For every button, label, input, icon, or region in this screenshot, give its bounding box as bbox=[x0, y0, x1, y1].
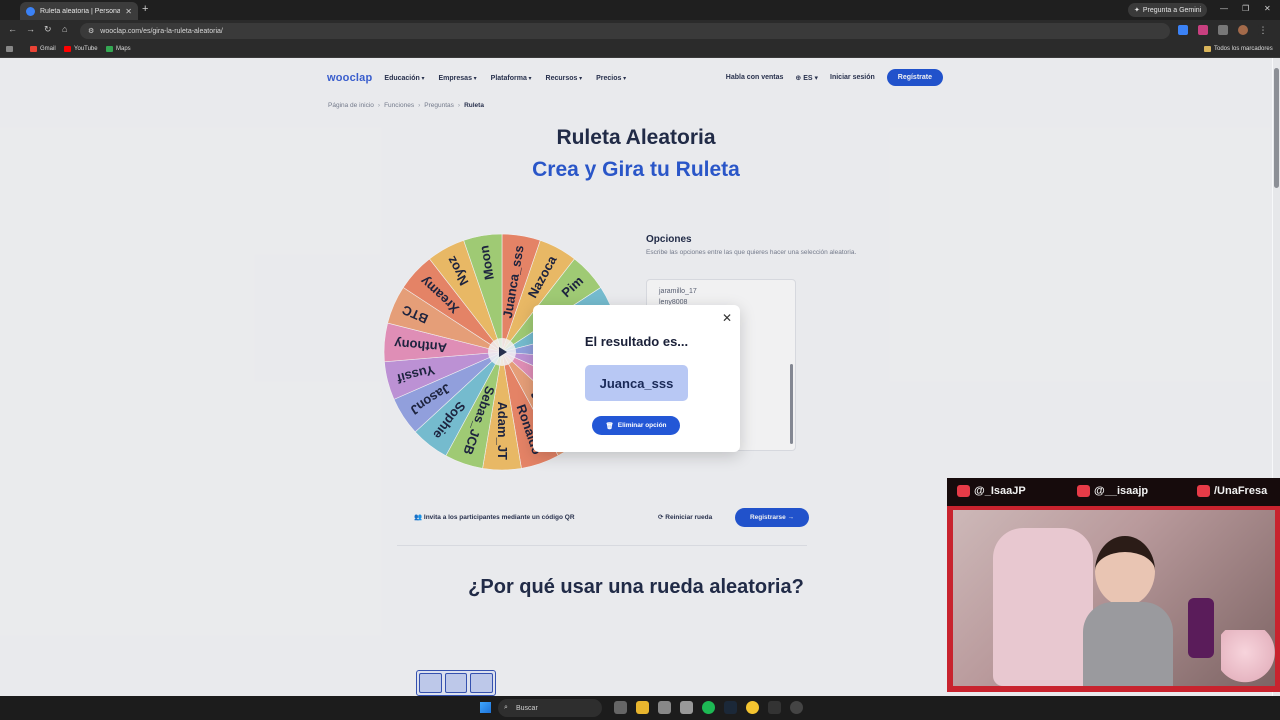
site-info-icon[interactable]: ⚙ bbox=[88, 27, 94, 35]
streamer-head bbox=[1095, 536, 1155, 606]
app-icon[interactable] bbox=[658, 701, 671, 714]
tab-title: Ruleta aleatoria | Personaliza y ... bbox=[40, 7, 121, 15]
result-value: Juanca_sss bbox=[585, 365, 688, 401]
extension-icon[interactable] bbox=[1178, 25, 1188, 35]
bookmark-label: Maps bbox=[116, 46, 131, 52]
gemini-label: Pregunta a Gemini bbox=[1142, 6, 1202, 14]
reload-icon[interactable]: ↻ bbox=[44, 24, 52, 35]
app-icon[interactable] bbox=[790, 701, 803, 714]
result-modal: ✕ El resultado es... Juanca_sss 🗑 Elimin… bbox=[533, 305, 740, 452]
toolbar-icons: ⋮ bbox=[1178, 25, 1268, 35]
close-window-icon[interactable]: ✕ bbox=[1264, 4, 1271, 13]
app-icon[interactable] bbox=[680, 701, 693, 714]
spotify-icon[interactable] bbox=[702, 701, 715, 714]
delete-label: Eliminar opción bbox=[617, 422, 667, 429]
bookmark-label: YouTube bbox=[74, 46, 98, 52]
twitch-handle: /UnaFresa bbox=[1197, 485, 1267, 497]
modal-title: El resultado es... bbox=[584, 334, 689, 349]
twitch-label: /UnaFresa bbox=[1214, 485, 1268, 497]
taskbar-search[interactable]: ⌕ Buscar bbox=[498, 699, 602, 717]
forward-icon[interactable]: → bbox=[26, 24, 35, 34]
instagram-handle: @__isaajp bbox=[1077, 485, 1148, 497]
microphone bbox=[1188, 598, 1214, 658]
instagram-icon bbox=[1077, 485, 1090, 497]
gemini-button[interactable]: ✦ Pregunta a Gemini bbox=[1128, 3, 1208, 17]
twitch-icon bbox=[1197, 485, 1210, 497]
twitter-icon bbox=[957, 485, 970, 497]
twitter-handle: @_IsaaJP bbox=[957, 485, 1026, 497]
search-label: Buscar bbox=[516, 704, 538, 712]
page-scroll-thumb[interactable] bbox=[1274, 68, 1279, 188]
bookmark-youtube[interactable]: YouTube bbox=[64, 46, 98, 52]
close-tab-icon[interactable]: ✕ bbox=[125, 7, 132, 16]
task-view-icon[interactable] bbox=[614, 701, 627, 714]
bookmark-maps[interactable]: Maps bbox=[106, 46, 131, 52]
new-tab-icon[interactable]: + bbox=[142, 3, 148, 15]
address-bar-row: ← → ↻ ⌂ ⚙ wooclap.com/es/gira-la-ruleta-… bbox=[0, 20, 1280, 42]
streamer bbox=[1083, 528, 1173, 686]
minimize-icon[interactable]: — bbox=[1220, 4, 1228, 13]
streamer-body bbox=[1083, 602, 1173, 686]
home-icon[interactable]: ⌂ bbox=[62, 24, 67, 34]
gemini-sparkle-icon: ✦ bbox=[1134, 7, 1140, 14]
flowers bbox=[1221, 630, 1275, 686]
chrome-icon[interactable] bbox=[746, 701, 759, 714]
browser-tabbar: Ruleta aleatoria | Personaliza y ... ✕ +… bbox=[0, 0, 1280, 20]
all-bookmarks-label: Todos los marcadores bbox=[1214, 46, 1273, 52]
puzzle-icon[interactable] bbox=[1218, 25, 1228, 35]
browser-tab[interactable]: Ruleta aleatoria | Personaliza y ... ✕ bbox=[20, 2, 138, 20]
url-text: wooclap.com/es/gira-la-ruleta-aleatoria/ bbox=[100, 27, 223, 35]
bookmark-gmail[interactable]: Gmail bbox=[30, 46, 56, 52]
app-icon[interactable] bbox=[768, 701, 781, 714]
social-bar: @_IsaaJP @__isaajp /UnaFresa bbox=[947, 478, 1280, 506]
instagram-label: @__isaajp bbox=[1094, 485, 1149, 497]
apps-icon[interactable] bbox=[6, 46, 13, 52]
url-input[interactable]: ⚙ wooclap.com/es/gira-la-ruleta-aleatori… bbox=[80, 23, 1170, 39]
webcam-feed bbox=[953, 510, 1275, 686]
stream-overlay: @_IsaaJP @__isaajp /UnaFresa bbox=[947, 478, 1280, 692]
start-icon[interactable] bbox=[480, 702, 491, 713]
windows-taskbar: ⌕ Buscar bbox=[0, 696, 1280, 720]
all-bookmarks[interactable]: Todos los marcadores bbox=[1204, 46, 1273, 52]
trash-icon: 🗑 bbox=[605, 422, 614, 430]
menu-dots-icon[interactable]: ⋮ bbox=[1258, 25, 1268, 35]
restore-icon[interactable]: ❐ bbox=[1242, 4, 1249, 13]
gaming-chair bbox=[993, 528, 1093, 686]
back-icon[interactable]: ← bbox=[8, 24, 17, 34]
steam-icon[interactable] bbox=[724, 701, 737, 714]
bookmark-label: Gmail bbox=[40, 46, 56, 52]
bookmarks-bar: Gmail YouTube Maps Todos los marcadores bbox=[0, 42, 1280, 58]
wooclap-favicon-icon bbox=[26, 6, 35, 16]
profile-avatar[interactable] bbox=[1238, 25, 1248, 35]
delete-option-button[interactable]: 🗑 Eliminar opción bbox=[592, 416, 680, 435]
search-icon: ⌕ bbox=[504, 704, 508, 711]
extension-icon[interactable] bbox=[1198, 25, 1208, 35]
close-icon[interactable]: ✕ bbox=[722, 311, 732, 325]
twitter-label: @_IsaaJP bbox=[974, 485, 1026, 497]
file-explorer-icon[interactable] bbox=[636, 701, 649, 714]
